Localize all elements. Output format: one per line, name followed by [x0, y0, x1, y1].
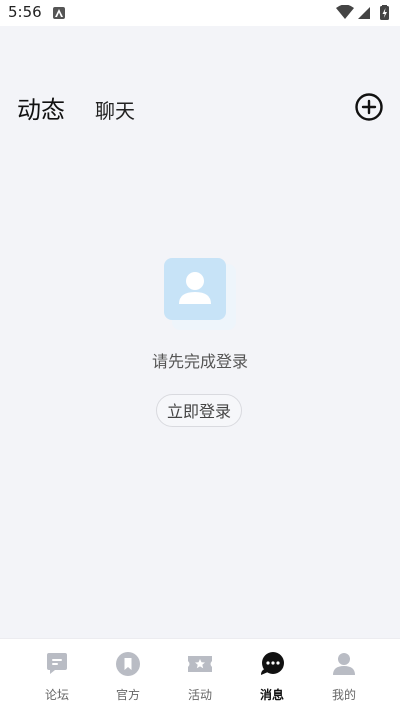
battery-icon: [380, 5, 389, 20]
status-indicators: [336, 5, 392, 21]
nav-label-official: 官方: [115, 688, 140, 702]
message-icon: [261, 652, 284, 675]
profile-icon: [333, 653, 355, 675]
nav-item-profile[interactable]: 我的: [308, 639, 380, 711]
nav-label-activity: 活动: [187, 688, 212, 702]
nav-item-official[interactable]: 官方: [92, 639, 164, 711]
nav-label-messages: 消息: [259, 688, 284, 702]
nav-item-messages[interactable]: 消息: [236, 639, 308, 711]
empty-state: 请先完成登录 立即登录: [0, 258, 400, 458]
nav-label-forum: 论坛: [44, 688, 69, 702]
ticket-icon: [188, 656, 212, 672]
tab-dynamics[interactable]: 动态: [17, 90, 65, 125]
notification-a-icon: [53, 7, 65, 19]
status-time: 5:56: [8, 3, 42, 21]
add-button[interactable]: [355, 93, 383, 121]
nav-item-activity[interactable]: 活动: [164, 639, 236, 711]
header: 动态 聊天: [0, 26, 400, 126]
messages-screen: 动态 聊天 请先完成登录 立即登录 论坛 官方 活动 消息 我的: [0, 26, 400, 711]
status-bar: 5:56: [0, 0, 400, 26]
wifi-icon: [336, 5, 354, 19]
empty-message: 请先完成登录: [151, 352, 248, 371]
nav-item-forum[interactable]: 论坛: [21, 639, 93, 711]
forum-icon: [47, 653, 67, 674]
signal-icon: [358, 7, 370, 19]
nav-label-profile: 我的: [331, 688, 356, 702]
tab-chat[interactable]: 聊天: [95, 95, 135, 124]
plus-circle-icon: [355, 93, 383, 121]
official-icon: [116, 652, 140, 676]
user-card-icon: [164, 258, 236, 330]
bottom-nav: 论坛 官方 活动 消息 我的: [0, 638, 400, 711]
login-button[interactable]: 立即登录: [156, 394, 242, 427]
